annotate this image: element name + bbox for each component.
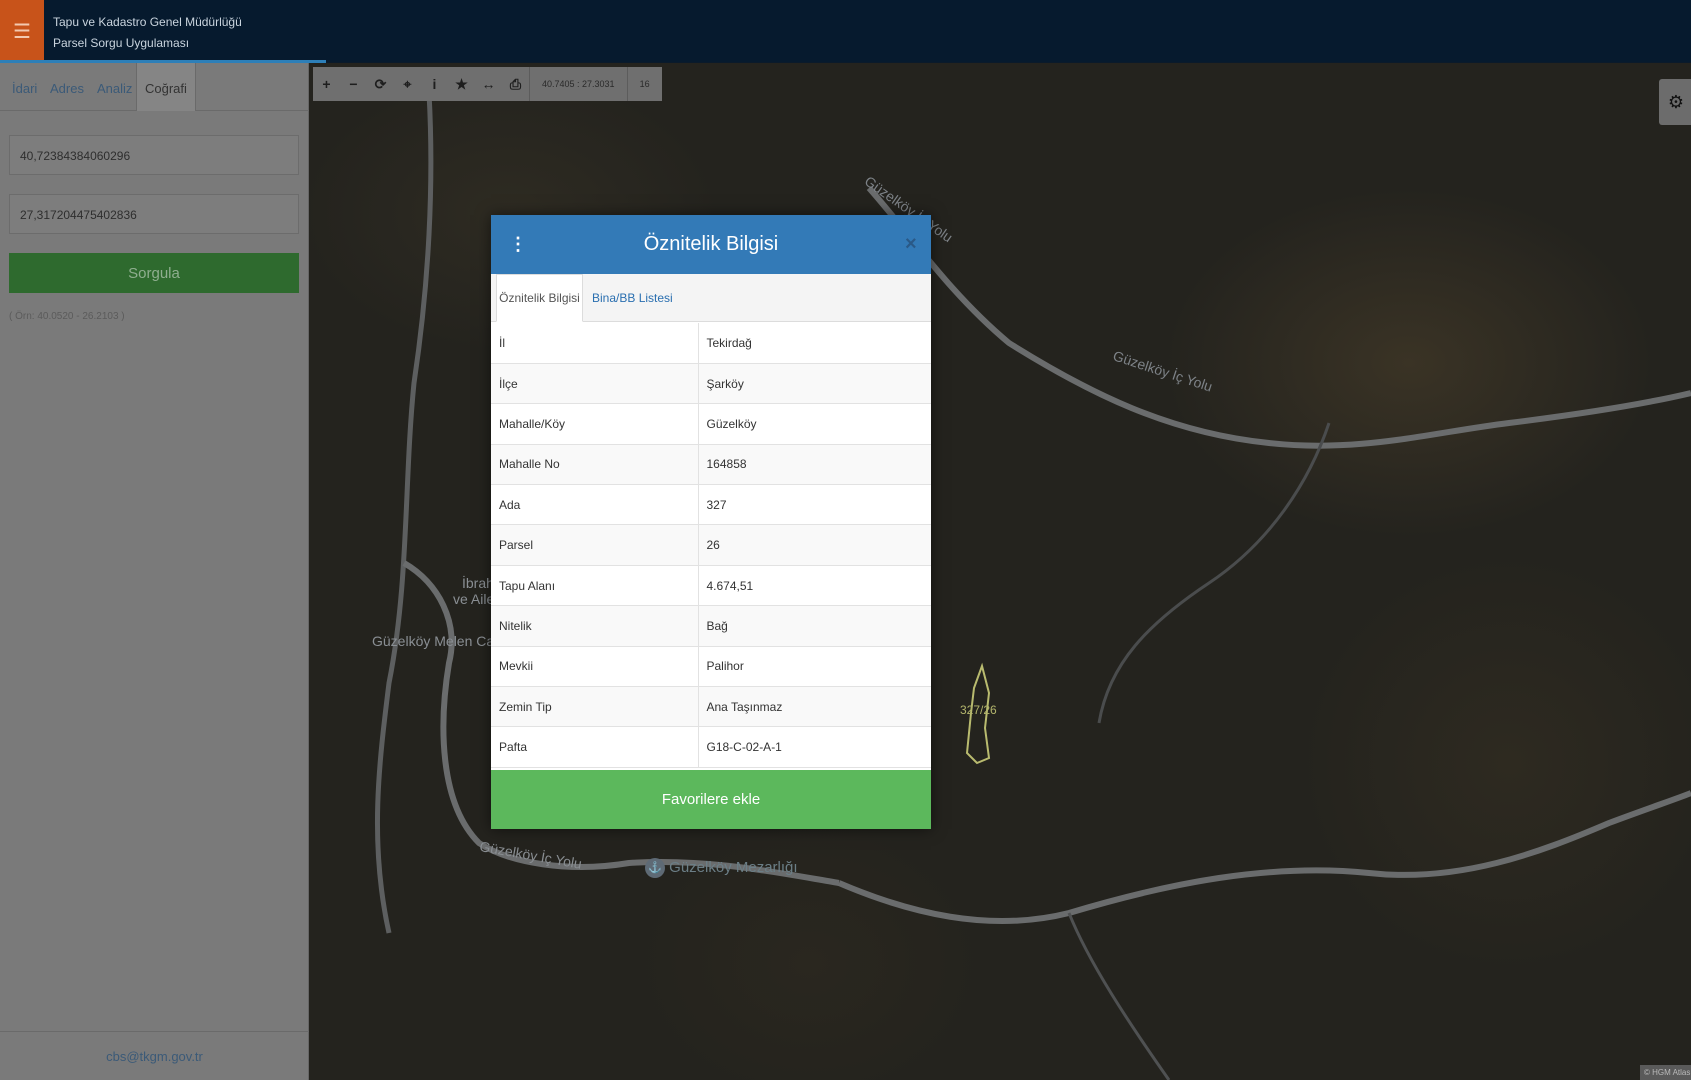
close-icon[interactable]: × bbox=[905, 233, 917, 256]
hamburger-icon[interactable]: ☰ bbox=[0, 0, 44, 62]
refresh-icon[interactable]: ⟳ bbox=[367, 67, 394, 101]
attribute-table: İl Tekirdağ İlçe Şarköy Mahalle/Köy Güzelkö… bbox=[491, 323, 931, 768]
gear-icon[interactable]: ⚙ bbox=[1659, 79, 1691, 125]
measure-icon[interactable]: ↔ bbox=[475, 67, 502, 101]
row-value: 4.674,51 bbox=[698, 565, 931, 607]
app-title: Tapu ve Kadastro Genel Müdürlüğü Parsel … bbox=[53, 12, 242, 54]
dialog-header: Öznitelik Bilgisi ⋮ × bbox=[491, 215, 931, 274]
table-row: Nitelik Bağ bbox=[491, 605, 931, 647]
row-value: Ana Taşınmaz bbox=[698, 686, 931, 728]
row-key: Tapu Alanı bbox=[491, 565, 699, 607]
table-row: Pafta G18-C-02-A-1 bbox=[491, 726, 931, 768]
table-row: Parsel 26 bbox=[491, 524, 931, 566]
favorite-star-icon[interactable]: ★ bbox=[448, 67, 475, 101]
row-key: Zemin Tip bbox=[491, 686, 699, 728]
row-key: Mevkii bbox=[491, 646, 699, 688]
row-key: Pafta bbox=[491, 726, 699, 768]
locate-icon[interactable]: ⌖ bbox=[394, 67, 421, 101]
attribute-info-dialog: Öznitelik Bilgisi ⋮ × Öznitelik Bilgisi … bbox=[491, 215, 931, 829]
table-row: İl Tekirdağ bbox=[491, 323, 931, 364]
parcel-label: 327/26 bbox=[960, 703, 997, 717]
row-value: Güzelköy bbox=[698, 403, 931, 445]
place-label: Güzelköy Melen Cam bbox=[372, 633, 506, 649]
row-value: 164858 bbox=[698, 444, 931, 486]
row-value: 26 bbox=[698, 524, 931, 566]
table-row: Mevkii Palihor bbox=[491, 646, 931, 688]
place-label: İbrah bbox=[462, 575, 494, 591]
coordinate-hint: ( Örn: 40.0520 - 26.2103 ) bbox=[9, 311, 125, 322]
cemetery-name: Güzelköy Mezarlığı bbox=[669, 858, 798, 876]
table-row: Tapu Alanı 4.674,51 bbox=[491, 565, 931, 607]
row-value: Bağ bbox=[698, 605, 931, 647]
table-row: İlçe Şarköy bbox=[491, 363, 931, 405]
row-key: İl bbox=[491, 323, 699, 364]
tab-idari[interactable]: İdari bbox=[12, 81, 37, 96]
row-value: Palihor bbox=[698, 646, 931, 688]
row-key: İlçe bbox=[491, 363, 699, 405]
sidebar-tabs: İdari Adres Analiz Coğrafi bbox=[0, 63, 309, 111]
latitude-input[interactable]: 40,72384384060296 bbox=[9, 135, 299, 175]
zoom-level: 16 bbox=[639, 79, 650, 89]
row-key: Mahalle/Köy bbox=[491, 403, 699, 445]
coordinate-readout: 40.7405 : 27.3031 bbox=[529, 67, 628, 101]
row-value: 327 bbox=[698, 484, 931, 526]
cemetery-pin-icon: ⚓ bbox=[645, 858, 665, 878]
longitude-input[interactable]: 27,317204475402836 bbox=[9, 194, 299, 234]
row-value: Şarköy bbox=[698, 363, 931, 405]
map-toolbar: + − ⟳ ⌖ i ★ ↔ ⎙ 40.7405 : 27.3031 16 bbox=[313, 67, 662, 101]
map-attribution: © HGM Atlas bbox=[1640, 1065, 1691, 1080]
app-header: ☰ Tapu ve Kadastro Genel Müdürlüğü Parse… bbox=[0, 0, 1691, 63]
sidebar: İdari Adres Analiz Coğrafi 40,7238438406… bbox=[0, 63, 309, 1080]
query-button[interactable]: Sorgula bbox=[9, 253, 299, 293]
place-label: ve Aile bbox=[453, 591, 495, 607]
zoom-out-icon[interactable]: − bbox=[340, 67, 367, 101]
tab-adres[interactable]: Adres bbox=[50, 81, 84, 96]
more-options-icon[interactable]: ⋮ bbox=[509, 235, 527, 253]
tab-attribute-info[interactable]: Öznitelik Bilgisi bbox=[496, 274, 583, 322]
dialog-tabs: Öznitelik Bilgisi Bina/BB Listesi bbox=[491, 274, 931, 322]
row-value: Tekirdağ bbox=[698, 323, 931, 364]
cemetery-label: ⚓ Güzelköy Mezarlığı bbox=[645, 858, 798, 878]
row-value: G18-C-02-A-1 bbox=[698, 726, 931, 768]
table-row: Zemin Tip Ana Taşınmaz bbox=[491, 686, 931, 728]
table-row: Mahalle/Köy Güzelköy bbox=[491, 403, 931, 445]
row-key: Ada bbox=[491, 484, 699, 526]
table-row: Mahalle No 164858 bbox=[491, 444, 931, 486]
add-to-favorites-button[interactable]: Favorilere ekle bbox=[491, 770, 931, 829]
table-row: Ada 327 bbox=[491, 484, 931, 526]
tab-building-list[interactable]: Bina/BB Listesi bbox=[592, 274, 673, 322]
print-icon[interactable]: ⎙ bbox=[502, 67, 529, 101]
contact-email-link[interactable]: cbs@tkgm.gov.tr bbox=[0, 1031, 309, 1080]
zoom-in-icon[interactable]: + bbox=[313, 67, 340, 101]
info-icon[interactable]: i bbox=[421, 67, 448, 101]
row-key: Parsel bbox=[491, 524, 699, 566]
row-key: Nitelik bbox=[491, 605, 699, 647]
app-title-line1: Tapu ve Kadastro Genel Müdürlüğü bbox=[53, 15, 242, 29]
app-title-line2: Parsel Sorgu Uygulaması bbox=[53, 36, 190, 50]
row-key: Mahalle No bbox=[491, 444, 699, 486]
tab-cografi[interactable]: Coğrafi bbox=[136, 63, 196, 111]
tab-analiz[interactable]: Analiz bbox=[97, 81, 132, 96]
dialog-title: Öznitelik Bilgisi bbox=[643, 233, 779, 255]
